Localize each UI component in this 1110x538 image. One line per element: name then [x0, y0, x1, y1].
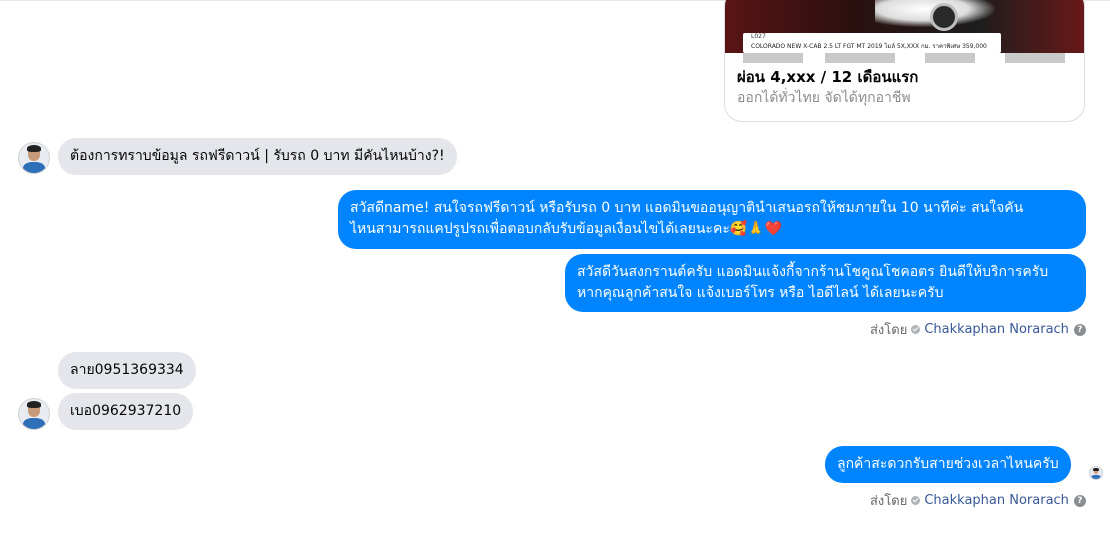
avatar-hair [1093, 467, 1099, 471]
ad-card[interactable]: L027 COLORADO NEW X-CAB 2.5 LT FGT MT 20… [724, 0, 1085, 122]
sent-by-info: ส่งโดย Chakkaphan Norarach ? [870, 490, 1086, 511]
sender-name-link[interactable]: Chakkaphan Norarach [924, 322, 1069, 337]
customer-message-bubble[interactable]: เบอ0962937210 [58, 393, 194, 430]
sender-name-link[interactable]: Chakkaphan Norarach [924, 493, 1069, 508]
message-text-line-2: ไหนสามารถแคปรูปรถเพื่อตอบกลับรับข้อมูลเง… [350, 221, 783, 237]
help-icon[interactable]: ? [1073, 494, 1086, 507]
message-text-line-2: หากคุณลูกค้าสนใจ แจ้งเบอร์โทร หรือ ไอดีไ… [577, 285, 944, 301]
sent-by-info: ส่งโดย Chakkaphan Norarach ? [870, 319, 1086, 340]
customer-avatar[interactable] [18, 398, 50, 430]
message-text: เบอ0962937210 [70, 403, 182, 419]
message-text-line-1: สวัสดีname! สนใจรถฟรีดาวน์ หรือรับรถ 0 บ… [350, 200, 1024, 216]
sent-by-label: ส่งโดย [870, 323, 908, 338]
page-message-bubble[interactable]: สวัสดีname! สนใจรถฟรีดาวน์ หรือรับรถ 0 บ… [338, 190, 1086, 249]
ad-title: ผ่อน 4,xxx / 12 เดือนแรก [737, 68, 919, 86]
message-text-line-1: สวัสดีวันสงกรานต์ครับ แอดมินแจ้งกี้จากร้… [577, 264, 1049, 280]
ad-subtitle: ออกได้ทั่วไทย จัดได้ทุกอาชีพ [737, 90, 911, 106]
message-text: ลูกค้าสะดวกรับสายช่วงเวลาไหนครับ [837, 456, 1059, 472]
customer-avatar[interactable] [18, 142, 50, 174]
car-wheel-illustration [930, 3, 958, 31]
ad-image-code: L027 [751, 33, 766, 40]
page-message-bubble[interactable]: ลูกค้าสะดวกรับสายช่วงเวลาไหนครับ [825, 446, 1071, 483]
page-message-bubble[interactable]: สวัสดีวันสงกรานต์ครับ แอดมินแจ้งกี้จากร้… [565, 254, 1086, 312]
help-icon[interactable]: ? [1073, 323, 1086, 336]
sent-by-label: ส่งโดย [870, 494, 908, 509]
message-text: ต้องการทราบข้อมูล รถฟรีดาวน์ | รับรถ 0 บ… [70, 148, 445, 164]
message-text: ลาย0951369334 [70, 362, 184, 378]
check-icon [911, 325, 921, 334]
seen-avatar [1089, 466, 1103, 480]
customer-message-bubble[interactable]: ลาย0951369334 [58, 352, 196, 389]
avatar-hair [26, 145, 42, 152]
avatar-shirt [22, 162, 46, 173]
ad-image-model: COLORADO NEW X-CAB 2.5 LT FGT MT 2019 ไม… [751, 43, 987, 50]
avatar-shirt [22, 418, 46, 429]
check-icon [911, 496, 921, 505]
ad-image-strip [725, 53, 1084, 63]
customer-message-bubble[interactable]: ต้องการทราบข้อมูล รถฟรีดาวน์ | รับรถ 0 บ… [58, 138, 457, 175]
avatar-shirt [1091, 474, 1101, 479]
avatar-hair [26, 401, 42, 408]
